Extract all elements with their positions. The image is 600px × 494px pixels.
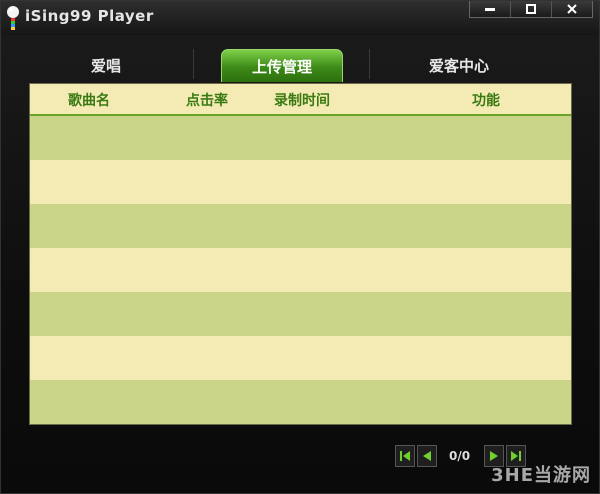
tab-member-center[interactable]: 爱客中心 [409, 49, 509, 81]
app-window: iSing99 Player 爱唱 上传管理 爱客中心 歌曲名 点击率 录制时间… [0, 0, 600, 494]
table-row[interactable] [30, 336, 571, 380]
table-row[interactable] [30, 248, 571, 292]
tab-upload-management[interactable]: 上传管理 [221, 49, 343, 82]
minimize-button[interactable] [470, 1, 510, 17]
first-page-icon [400, 451, 410, 461]
table-body [30, 116, 571, 424]
close-icon [567, 4, 577, 14]
upload-list-panel: 歌曲名 点击率 录制时间 功能 [29, 83, 572, 425]
minimize-icon [485, 8, 495, 11]
watermark: 3HE当游网 [491, 465, 591, 486]
window-controls [469, 1, 593, 18]
tab-bar: 爱唱 上传管理 爱客中心 [1, 45, 599, 83]
tab-divider [193, 49, 194, 79]
close-button[interactable] [551, 1, 592, 17]
title-bar[interactable]: iSing99 Player [1, 1, 599, 35]
column-header-song-name[interactable]: 歌曲名 [68, 90, 110, 110]
table-header: 歌曲名 点击率 录制时间 功能 [30, 84, 571, 116]
page-indicator: 0/0 [449, 449, 471, 463]
microphone-logo-icon [7, 6, 19, 30]
maximize-button[interactable] [510, 1, 551, 17]
previous-page-button[interactable] [417, 445, 437, 467]
maximize-icon [526, 4, 536, 14]
table-row[interactable] [30, 380, 571, 424]
table-row[interactable] [30, 116, 571, 160]
app-title: iSing99 Player [25, 7, 154, 25]
column-header-click-rate[interactable]: 点击率 [186, 90, 228, 110]
first-page-button[interactable] [395, 445, 415, 467]
table-row[interactable] [30, 160, 571, 204]
tab-sing[interactable]: 爱唱 [61, 49, 151, 81]
column-header-record-time[interactable]: 录制时间 [274, 90, 330, 110]
table-row[interactable] [30, 204, 571, 248]
tab-divider [369, 49, 370, 79]
column-header-function: 功能 [472, 93, 500, 109]
previous-page-icon [423, 451, 431, 461]
table-row[interactable] [30, 292, 571, 336]
